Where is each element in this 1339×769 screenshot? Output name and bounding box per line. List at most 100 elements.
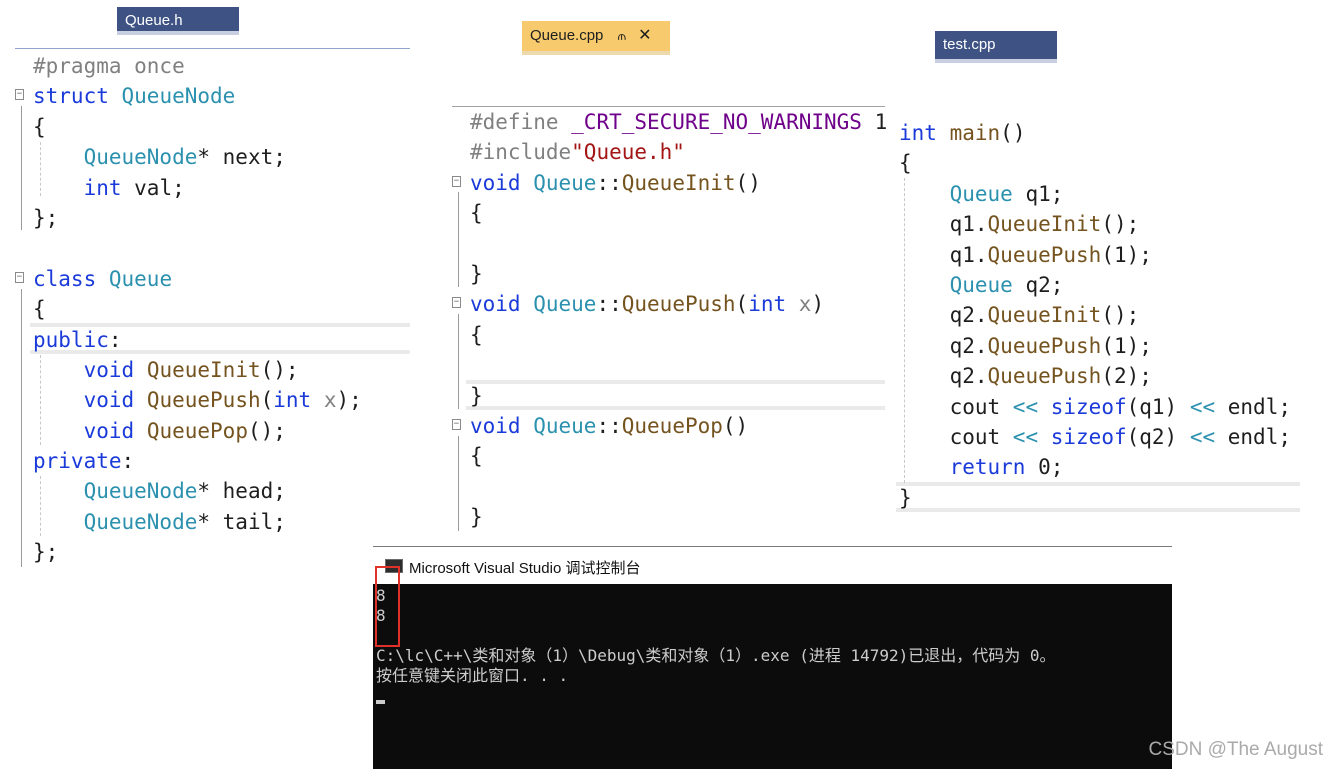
code-line: #pragma once [33, 51, 362, 81]
pin-icon[interactable]: ⫙ [618, 29, 626, 43]
punctuation: (); [1101, 303, 1140, 328]
member-decl: * tail; [197, 509, 286, 534]
type-name: QueueNode [121, 84, 236, 109]
punctuation: ( [260, 388, 274, 413]
function-name: QueueInit [621, 170, 736, 195]
brace: } [470, 261, 483, 286]
variable: q1 [949, 212, 975, 237]
code-line: void QueueInit(); [33, 355, 362, 385]
code-line: QueueNode* head; [33, 476, 362, 506]
code-line: − struct QueueNode [15, 81, 362, 111]
collapse-icon[interactable]: − [452, 297, 461, 309]
brace: }; [33, 205, 59, 230]
function-name: QueueInit [987, 303, 1102, 328]
variable-decl: q1; [1012, 181, 1064, 206]
type-name: Queue [108, 266, 173, 291]
scope-operator: :: [596, 292, 622, 317]
code-line: #define _CRT_SECURE_NO_WARNINGS 1 [470, 107, 887, 137]
keyword: int [83, 175, 122, 200]
function-name: QueuePush [987, 333, 1102, 358]
highlight-box [375, 566, 400, 647]
include-file: "Queue.h" [571, 140, 685, 165]
brace: { [33, 114, 46, 139]
console-output[interactable]: 8 8 C:\lc\C++\类和对象（1）\Debug\类和对象（1）.exe … [373, 584, 1172, 769]
code-line: cout << sizeof(q1) << endl; [899, 392, 1291, 422]
brace: { [470, 444, 483, 469]
code-line: void QueuePush(int x); [33, 385, 362, 415]
code-line: QueueNode* next; [33, 142, 362, 172]
collapse-icon[interactable]: − [452, 418, 461, 430]
keyword: void [83, 357, 135, 382]
keyword: int [899, 121, 937, 145]
brace: { [470, 201, 483, 226]
code-line: q2.QueueInit(); [899, 300, 1291, 330]
tab-queue-cpp[interactable]: Queue.cpp ⫙ ✕ [522, 21, 670, 55]
punctuation: (); [1101, 212, 1140, 237]
punctuation: ) [811, 292, 825, 317]
brace: { [470, 322, 483, 347]
keyword: int [748, 292, 787, 317]
code-line: q2.QueuePush(1); [899, 331, 1291, 361]
code-line: { [470, 320, 887, 350]
tab-queue-h[interactable]: Queue.h [117, 7, 239, 35]
close-icon[interactable]: ✕ [638, 27, 651, 44]
punctuation: () [1000, 121, 1026, 145]
console-cursor [376, 700, 385, 704]
code-line: { [33, 112, 362, 142]
keyword: sizeof [1050, 394, 1127, 419]
function-name: QueuePush [146, 388, 261, 413]
code-line: q1.QueuePush(1); [899, 240, 1291, 270]
code-line: { [470, 198, 887, 228]
operator: << [1012, 424, 1039, 449]
brace: } [899, 485, 912, 510]
tab-test-cpp[interactable]: test.cpp [935, 31, 1057, 63]
code-line: int val; [33, 173, 362, 203]
variable-decl: q2; [1012, 272, 1064, 297]
code-line: } [470, 381, 887, 411]
console-title-bar[interactable]: Microsoft Visual Studio 调试控制台 [373, 546, 1172, 585]
fold-guide-line [458, 436, 459, 531]
function-name: QueuePop [621, 413, 723, 438]
identifier: cout [949, 394, 1013, 419]
punctuation: (1); [1101, 242, 1152, 267]
variable: q2 [949, 333, 975, 358]
collapse-icon[interactable]: − [15, 89, 24, 101]
fold-guide-line [458, 192, 459, 287]
macro-value: 1 [861, 110, 888, 134]
punctuation: (q2) [1126, 424, 1190, 449]
dot: . [974, 333, 988, 358]
fold-guide-line [21, 289, 22, 567]
code-line: − void Queue::QueuePush(int x) [452, 289, 887, 319]
function-name: QueuePush [987, 242, 1102, 267]
type-name: Queue [949, 272, 1013, 297]
keyword: void [83, 388, 135, 413]
function-name: QueueInit [987, 212, 1102, 237]
variable: q1 [949, 242, 975, 267]
keyword: int [273, 388, 312, 413]
type-name: Queue [949, 181, 1013, 206]
punctuation: (q1) [1126, 394, 1190, 419]
code-line: } [899, 483, 1291, 513]
brace: }; [33, 540, 59, 565]
tab-queue-h-label: Queue.h [125, 12, 183, 29]
scope-operator: :: [596, 413, 622, 438]
colon: : [121, 449, 135, 474]
function-name: QueueInit [146, 357, 261, 382]
literal: 0; [1025, 455, 1064, 480]
code-line: cout << sizeof(q2) << endl; [899, 422, 1291, 452]
code-line: } [470, 259, 887, 289]
keyword: void [470, 170, 521, 195]
code-line: Queue q2; [899, 270, 1291, 300]
collapse-icon[interactable]: − [15, 271, 24, 283]
keyword: class [33, 266, 97, 291]
punctuation: (); [260, 357, 299, 382]
keyword: void [470, 292, 521, 317]
function-name: QueuePop [146, 418, 248, 443]
code-line: Queue q1; [899, 179, 1291, 209]
identifier: endl; [1215, 424, 1291, 449]
code-line: q1.QueueInit(); [899, 209, 1291, 239]
collapse-icon[interactable]: − [452, 175, 461, 187]
punctuation: (1); [1101, 333, 1152, 358]
punctuation: ( [735, 292, 749, 317]
